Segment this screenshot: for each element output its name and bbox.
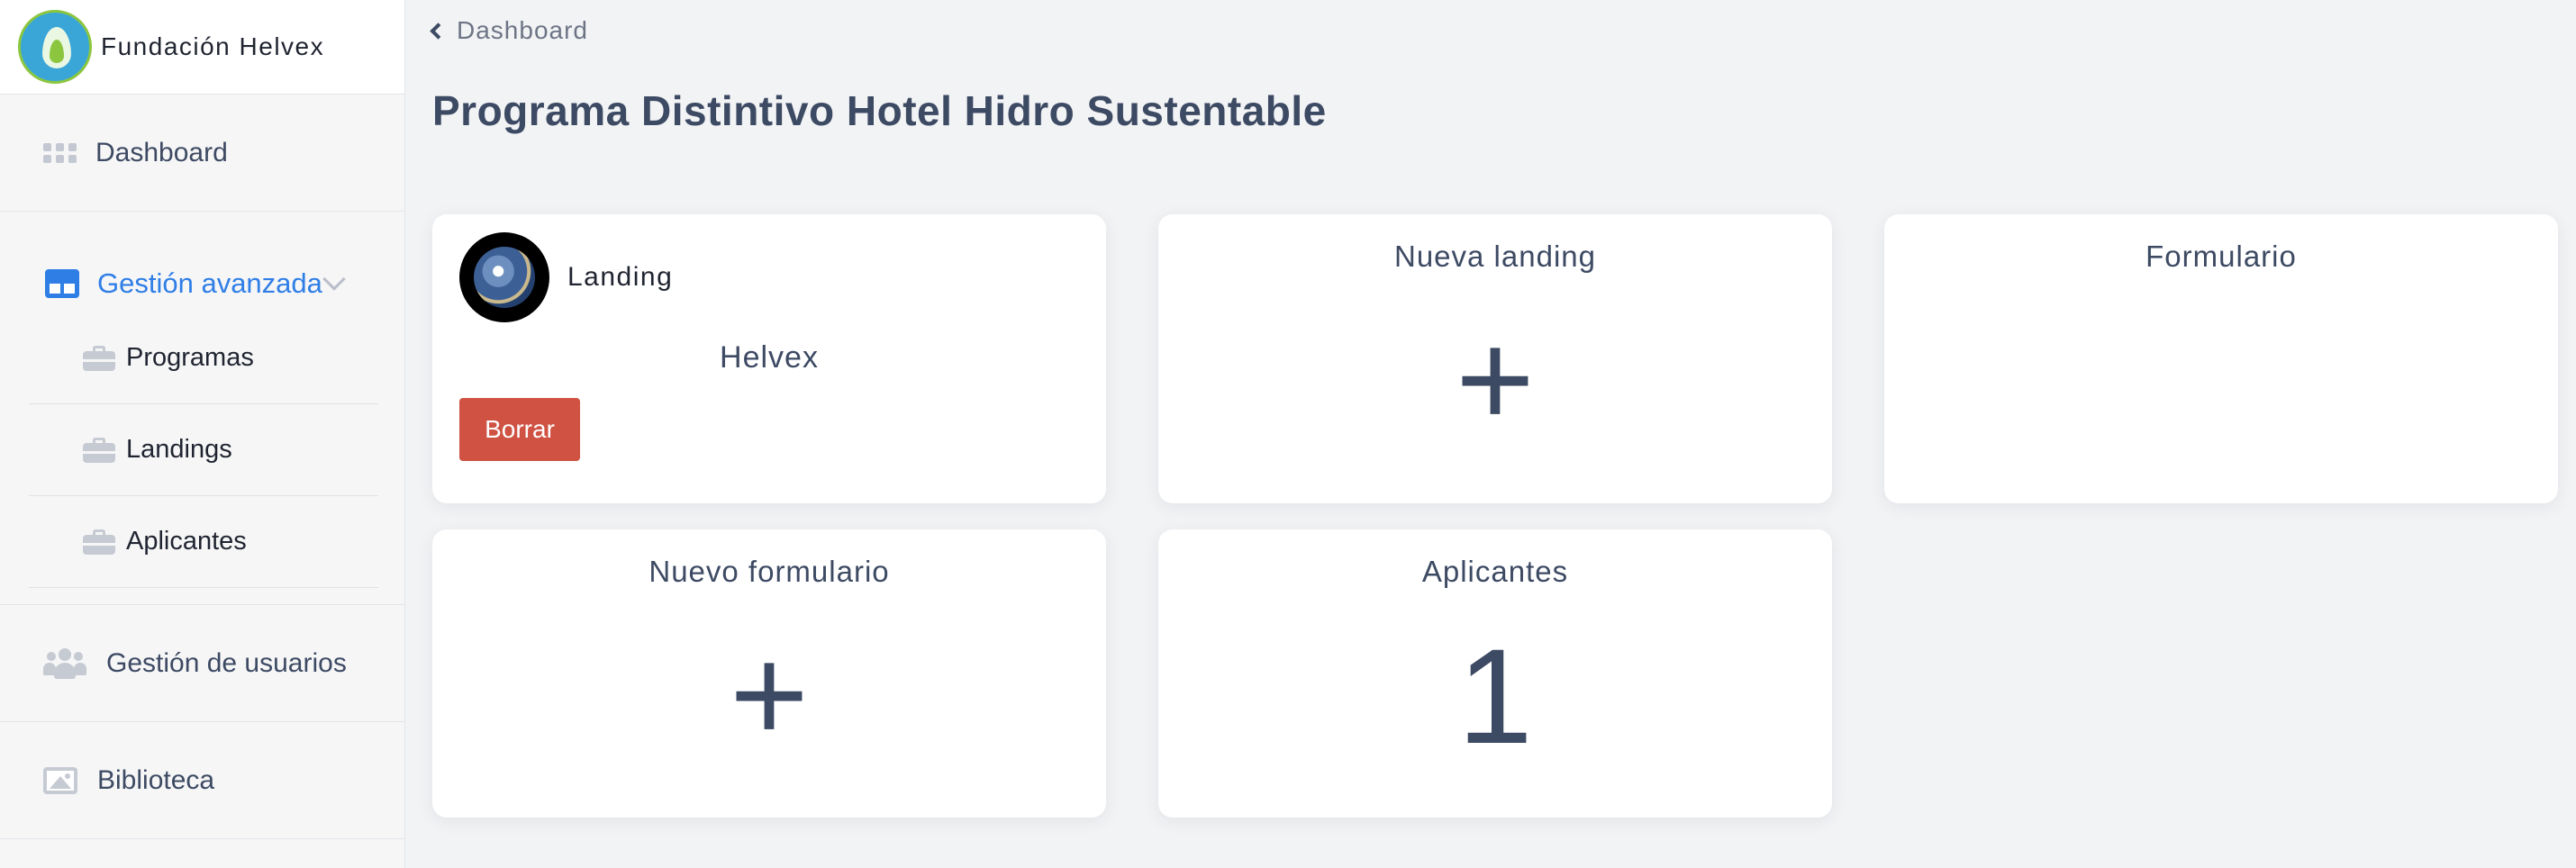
briefcase-icon xyxy=(83,437,115,463)
sidebar: Fundación Helvex Dashboard Gestión avanz… xyxy=(0,0,405,868)
image-icon xyxy=(43,766,77,794)
sidebar-item-label: Biblioteca xyxy=(97,764,215,795)
sidebar-item-user-management[interactable]: Gestión de usuarios xyxy=(0,605,404,722)
landing-card[interactable]: Landing Helvex Borrar xyxy=(432,214,1106,503)
main-content: Dashboard Programa Distintivo Hotel Hidr… xyxy=(405,0,2576,868)
card-title: Aplicantes xyxy=(1421,555,1569,588)
sidebar-item-advanced-management[interactable]: Gestión avanzada xyxy=(0,255,404,312)
form-card[interactable]: Formulario xyxy=(1884,214,2558,503)
sidebar-item-programs[interactable]: Programas xyxy=(29,312,378,404)
applicants-card[interactable]: Aplicantes 1 xyxy=(1158,529,1832,818)
card-title: Formulario xyxy=(2145,240,2297,273)
avatar xyxy=(459,232,549,322)
sidebar-item-landings[interactable]: Landings xyxy=(29,404,378,496)
sidebar-item-label: Gestión avanzada xyxy=(97,267,322,299)
chevron-left-icon xyxy=(430,22,447,40)
foundation-logo xyxy=(18,10,92,84)
sidebar-item-label: Dashboard xyxy=(95,137,228,167)
applicants-count: 1 xyxy=(1457,620,1533,772)
sidebar-item-label: Gestión de usuarios xyxy=(106,647,347,678)
table-icon xyxy=(45,269,79,298)
plus-icon: + xyxy=(730,619,809,770)
delete-button[interactable]: Borrar xyxy=(459,398,580,461)
sidebar-item-applicants[interactable]: Aplicantes xyxy=(29,496,378,588)
sidebar-item-library[interactable]: Biblioteca xyxy=(0,722,404,839)
page-title: Programa Distintivo Hotel Hidro Sustenta… xyxy=(432,87,1327,134)
breadcrumb[interactable]: Dashboard xyxy=(430,16,588,45)
chevron-down-icon[interactable] xyxy=(322,267,346,291)
brand-name: Fundación Helvex xyxy=(101,32,325,60)
sidebar-group-advanced: Gestión avanzada Programas Landings Apli… xyxy=(0,212,404,605)
breadcrumb-label: Dashboard xyxy=(457,16,588,44)
landing-label: Landing xyxy=(567,262,674,292)
card-title: Nueva landing xyxy=(1394,240,1596,273)
sidebar-item-label: Programas xyxy=(126,343,254,372)
briefcase-icon xyxy=(83,529,115,555)
new-form-card[interactable]: Nuevo formulario + xyxy=(432,529,1106,818)
sidebar-item-label: Aplicantes xyxy=(126,527,247,556)
users-icon xyxy=(43,647,86,679)
plus-icon: + xyxy=(1456,303,1535,455)
new-landing-card[interactable]: Nueva landing + xyxy=(1158,214,1832,503)
card-title: Nuevo formulario xyxy=(649,555,890,588)
brand-header[interactable]: Fundación Helvex xyxy=(0,0,404,95)
landing-name: Helvex xyxy=(720,340,819,375)
briefcase-icon xyxy=(83,345,115,371)
sidebar-item-label: Landings xyxy=(126,435,232,464)
sidebar-item-dashboard[interactable]: Dashboard xyxy=(0,95,404,212)
landing-header: Landing xyxy=(459,232,673,322)
grid-icon xyxy=(43,140,77,167)
